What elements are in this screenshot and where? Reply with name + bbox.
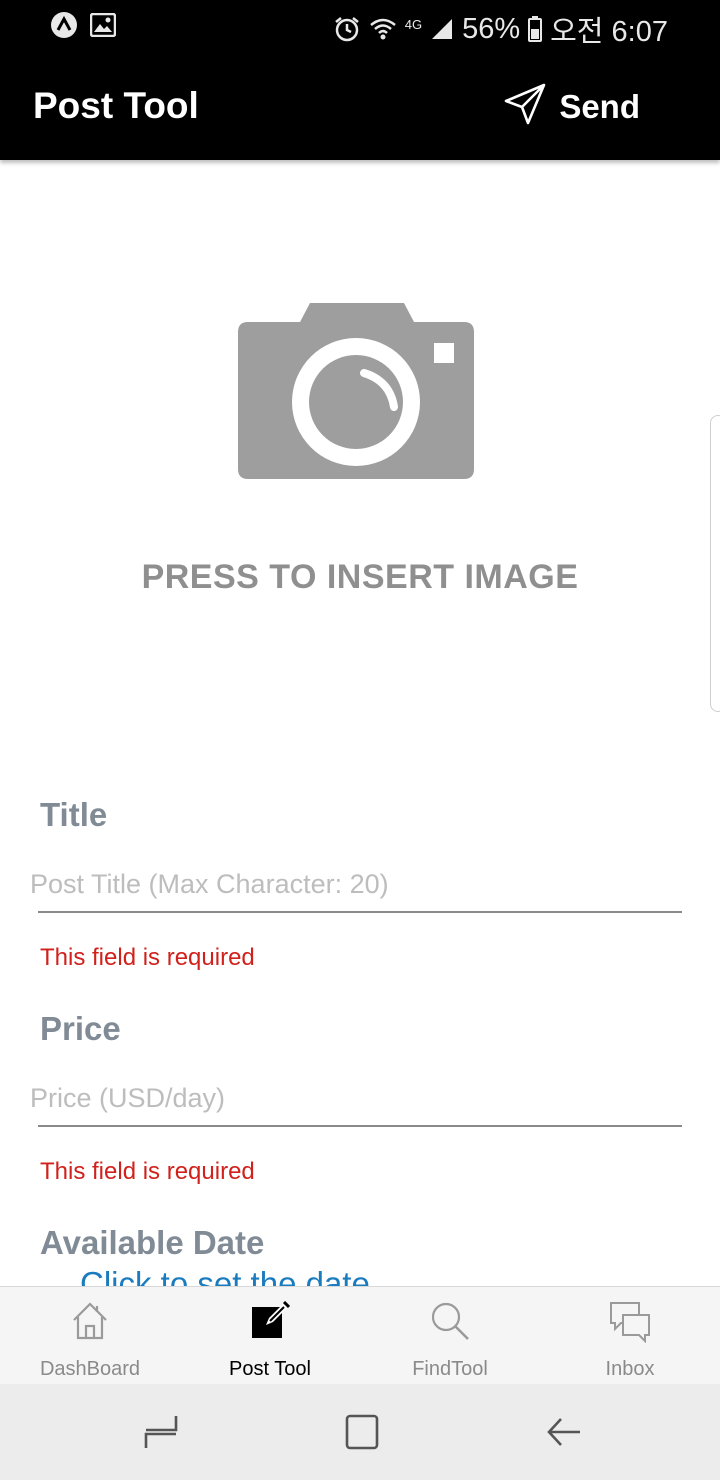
- bottom-nav: DashBoard Post Tool FindTool Inbox: [0, 1286, 720, 1385]
- home-icon: [71, 1301, 109, 1346]
- nav-find-tool[interactable]: FindTool: [360, 1287, 540, 1385]
- image-notification-icon: [90, 13, 116, 37]
- nav-inbox[interactable]: Inbox: [540, 1287, 720, 1385]
- status-bar: 4G 56% 오전 6:07: [0, 0, 720, 52]
- system-nav-bar: [0, 1384, 720, 1480]
- edit-icon: [250, 1300, 291, 1346]
- clock: 오전 6:07: [550, 16, 668, 48]
- nav-label-post-tool: Post Tool: [229, 1358, 311, 1380]
- app-bar: Post Tool Send: [0, 52, 720, 160]
- image-picker[interactable]: PRESS TO INSERT IMAGE: [0, 160, 720, 740]
- title-input[interactable]: [30, 858, 682, 910]
- network-type: 4G: [404, 16, 423, 32]
- edge-panel-handle[interactable]: [710, 415, 720, 712]
- battery-percent: 56%: [462, 12, 521, 45]
- title-underline: [38, 911, 682, 913]
- send-icon: [503, 82, 547, 131]
- set-date-link[interactable]: Click to set the date: [80, 1262, 370, 1286]
- price-input[interactable]: [30, 1072, 682, 1124]
- chat-icon: [609, 1301, 651, 1348]
- battery-icon: [528, 16, 543, 42]
- nav-dashboard[interactable]: DashBoard: [0, 1287, 180, 1385]
- alarm-icon: [333, 15, 361, 43]
- page-title: Post Tool: [33, 85, 199, 126]
- title-label: Title: [40, 796, 108, 833]
- nav-label-inbox: Inbox: [605, 1358, 655, 1380]
- signal-icon: [430, 17, 454, 41]
- send-label: Send: [559, 87, 640, 125]
- date-label: Available Date: [40, 1224, 265, 1261]
- insert-image-label: PRESS TO INSERT IMAGE: [141, 558, 579, 596]
- title-error: This field is required: [40, 944, 255, 971]
- send-button[interactable]: Send: [503, 82, 640, 131]
- recent-apps-icon[interactable]: [144, 1414, 178, 1455]
- price-error: This field is required: [40, 1158, 255, 1185]
- home-button-icon[interactable]: [345, 1414, 379, 1455]
- price-label: Price: [40, 1010, 121, 1047]
- back-icon[interactable]: [546, 1414, 582, 1455]
- search-icon: [430, 1301, 470, 1346]
- nav-label-find-tool: FindTool: [412, 1358, 488, 1380]
- wifi-icon: [369, 16, 397, 42]
- app-notification-icon: [50, 11, 78, 39]
- price-underline: [38, 1125, 682, 1127]
- camera-icon: [238, 303, 474, 486]
- nav-label-dashboard: DashBoard: [39, 1358, 141, 1380]
- status-left: [50, 11, 116, 39]
- status-right: 4G 56% 오전 6:07: [333, 8, 668, 50]
- nav-post-tool[interactable]: Post Tool: [180, 1287, 360, 1385]
